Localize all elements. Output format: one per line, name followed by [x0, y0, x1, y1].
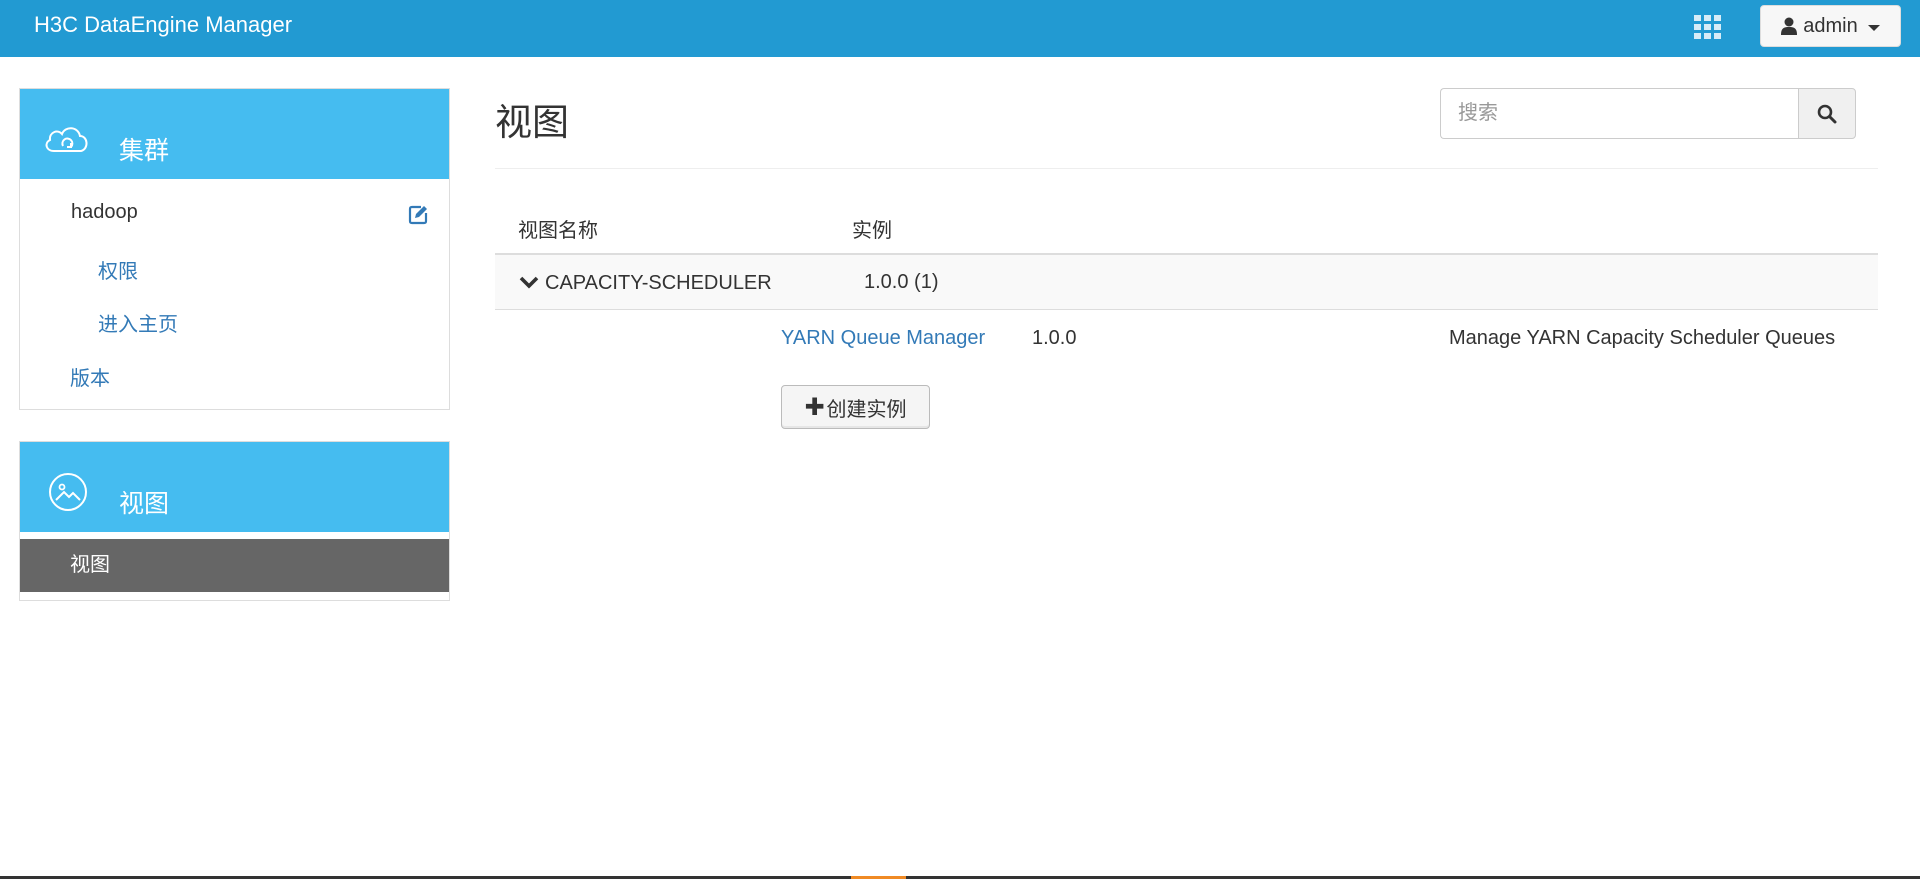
views-panel-header: 视图 [20, 442, 449, 532]
column-header-view-name: 视图名称 [518, 220, 598, 242]
cloud-icon [45, 127, 88, 152]
grid-icon[interactable] [1694, 15, 1722, 39]
search-input[interactable] [1440, 88, 1798, 139]
page-title: 视图 [495, 102, 569, 143]
sidebar-item-home[interactable]: 进入主页 [98, 308, 178, 337]
chevron-down-icon [1867, 24, 1880, 31]
image-icon [49, 473, 87, 511]
views-panel-title: 视图 [119, 490, 170, 518]
sidebar-item-views[interactable]: 视图 [20, 539, 449, 592]
user-name: admin [1803, 14, 1858, 37]
view-group-row[interactable]: CAPACITY-SCHEDULER 1.0.0 (1) [495, 255, 1878, 310]
title-divider [495, 168, 1878, 169]
user-menu-button[interactable]: admin [1760, 5, 1901, 47]
instance-link[interactable]: YARN Queue Manager [781, 327, 985, 350]
search-group [1440, 88, 1856, 139]
instance-version: 1.0.0 [1032, 327, 1077, 349]
chevron-down-icon [519, 276, 539, 289]
user-icon [1781, 17, 1798, 35]
column-header-instances: 实例 [852, 220, 892, 242]
view-group-version: 1.0.0 (1) [864, 271, 939, 293]
top-navbar: H3C DataEngine Manager admin [0, 0, 1920, 57]
cluster-panel-title: 集群 [119, 137, 170, 165]
sidebar-item-permissions[interactable]: 权限 [98, 255, 138, 284]
sidebar-item-versions[interactable]: 版本 [70, 362, 110, 391]
search-button[interactable] [1798, 88, 1856, 139]
cluster-panel-header: 集群 [20, 89, 449, 179]
create-instance-button[interactable]: ✚ 创建实例 [781, 385, 930, 429]
view-group-name: CAPACITY-SCHEDULER [545, 272, 772, 294]
views-panel: 视图 视图 [19, 441, 450, 601]
create-instance-label: 创建实例 [826, 398, 907, 421]
cluster-name[interactable]: hadoop [71, 201, 138, 224]
brand-title[interactable]: H3C DataEngine Manager [34, 12, 292, 38]
cluster-panel: 集群 hadoop 权限 进入主页 版本 [19, 88, 450, 410]
plus-icon: ✚ [804, 393, 825, 421]
instance-description: Manage YARN Capacity Scheduler Queues [1449, 327, 1836, 349]
edit-icon[interactable] [407, 204, 429, 226]
search-icon [1817, 104, 1837, 123]
